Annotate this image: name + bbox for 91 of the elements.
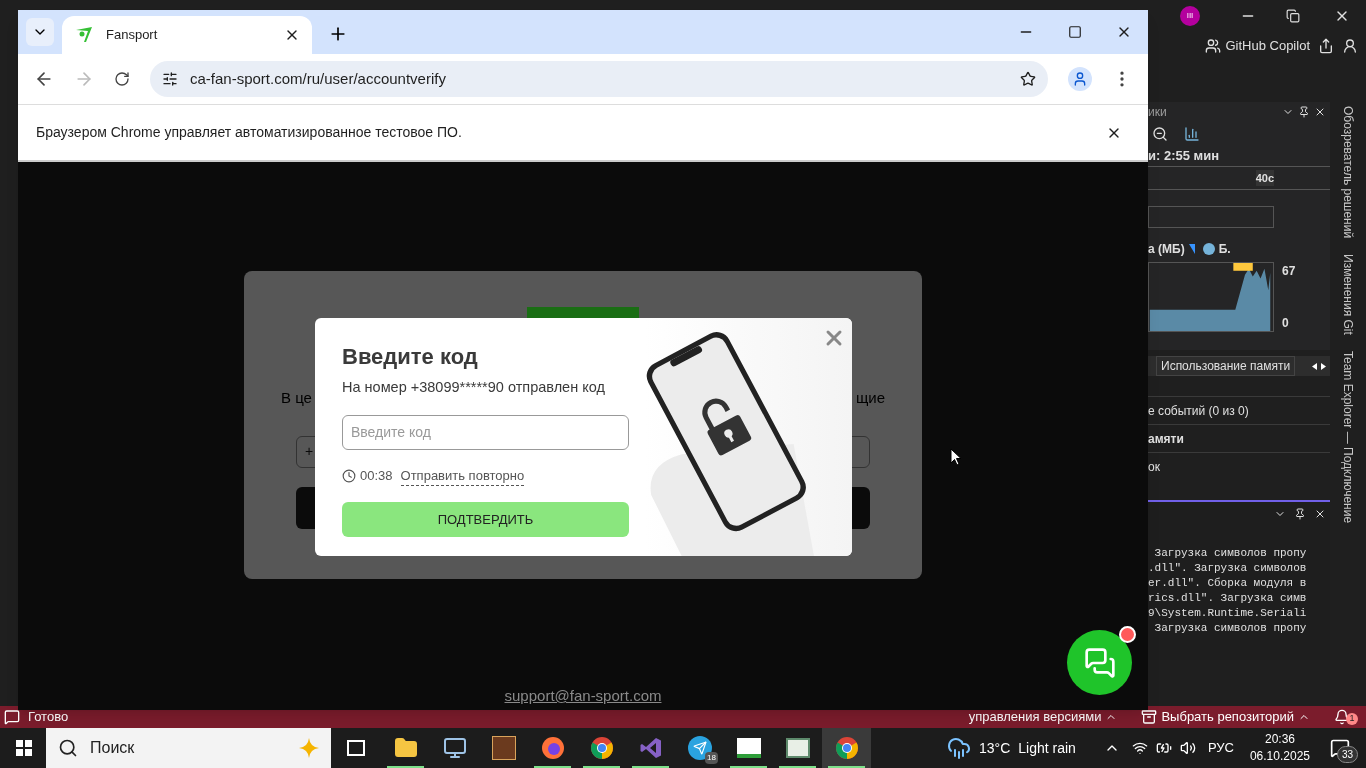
zoom-out-icon[interactable] (1152, 126, 1168, 142)
chart-help-icon[interactable] (1184, 126, 1200, 142)
output-line: Загрузка символов пропу (1153, 546, 1308, 561)
copilot-icon (1205, 38, 1222, 54)
chat-bubbles-icon (1083, 646, 1116, 679)
clock-icon (342, 469, 356, 483)
session-duration: и: 2:55 мин (1148, 147, 1221, 165)
scroll-arrows-icon[interactable] (1312, 362, 1326, 370)
close-icon[interactable] (1314, 508, 1326, 520)
notification-badge: 1 (1346, 713, 1358, 725)
battery-icon[interactable] (1155, 740, 1172, 756)
confirm-button[interactable]: ПОДТВЕРДИТЬ (342, 502, 629, 538)
running-indicator (534, 766, 571, 768)
chat-icon (4, 709, 20, 725)
running-indicator (632, 766, 669, 768)
source-control-button[interactable]: управления версиями (968, 707, 1118, 727)
monitor-icon (442, 736, 467, 760)
running-indicator (583, 766, 620, 768)
repository-icon (1141, 709, 1158, 725)
running-indicator (779, 766, 816, 768)
ribbon-icon (638, 736, 663, 760)
axis-min-label: 0 (1282, 315, 1290, 332)
copilot-button[interactable]: GitHub Copilot (1205, 36, 1310, 56)
output-line: Загрузка символов пропу (1153, 621, 1308, 636)
status-text: Готово (28, 708, 69, 727)
task-view-icon[interactable] (347, 740, 365, 756)
memory-usage-tab[interactable]: Использование памяти (1156, 356, 1296, 376)
browser-tab[interactable]: Fansport (62, 16, 312, 54)
dialog-title: Введите код (342, 343, 479, 371)
axis-max-label: 67 (1282, 263, 1296, 280)
bookmark-star-icon[interactable] (1020, 71, 1036, 87)
restore-icon[interactable] (1286, 9, 1300, 23)
countdown-timer: 00:38 (360, 467, 393, 486)
running-indicator (828, 766, 865, 768)
taskbar-app[interactable]: 18 (675, 728, 724, 768)
support-email-link[interactable]: support@fan-sport.com (504, 685, 662, 708)
taskbar-app[interactable] (822, 728, 871, 768)
running-indicator (387, 766, 424, 768)
close-icon[interactable] (1314, 106, 1326, 118)
sparkle-icon (299, 738, 319, 758)
pin-icon[interactable] (1294, 508, 1306, 520)
weather-temperature[interactable]: 13°C (979, 737, 1011, 759)
bell-icon[interactable] (1334, 709, 1350, 725)
output-line: rics.dll". Загрузка симв (1148, 591, 1308, 606)
share-icon[interactable] (1318, 38, 1334, 54)
output-line: .dll". Загрузка символов (1148, 561, 1308, 576)
notification-count: 33 (1336, 746, 1358, 763)
browser-icon (589, 736, 614, 760)
window-icon (785, 738, 810, 758)
network-icon[interactable] (1131, 740, 1148, 756)
app-logo-icon (736, 738, 761, 758)
resend-link[interactable]: Отправить повторно (400, 465, 525, 487)
folder-icon (393, 736, 418, 760)
tab-list-button[interactable] (26, 18, 54, 46)
panel-title: ики (1148, 104, 1167, 121)
clock[interactable]: 20:36 06.10.2025 (1249, 731, 1310, 765)
code-input-field[interactable]: Введите код (342, 414, 629, 450)
output-line: 9\System.Runtime.Seriali (1148, 606, 1308, 621)
reload-icon[interactable] (114, 71, 130, 87)
timeline-ruler: 40с (1148, 166, 1330, 190)
pin-icon[interactable] (1298, 106, 1310, 118)
legend-label: а (МБ) (1148, 241, 1185, 258)
dialog-subtitle: На номер +38099*****90 отправлен код (342, 378, 606, 397)
feedback-icon[interactable] (1342, 38, 1358, 54)
tab-title: Fansport (106, 26, 159, 45)
site-settings-icon (162, 71, 178, 87)
side-tab[interactable]: Обозреватель решений (1339, 106, 1357, 239)
weather-condition[interactable]: Light rain (1018, 737, 1076, 759)
search-box[interactable]: Поиск (46, 728, 331, 768)
intro-text-end: щие (855, 388, 885, 408)
output-line: er.dll". Сборка модуля в (1148, 576, 1308, 591)
side-tab[interactable]: Изменения Git (1339, 254, 1357, 335)
browser-icon (834, 736, 859, 760)
app-badge: 18 (705, 752, 718, 764)
search-icon (58, 738, 78, 758)
language-indicator[interactable]: РУС (1207, 738, 1234, 758)
windows-icon[interactable] (16, 740, 32, 756)
side-tab[interactable]: Team Explorer — Подключение (1339, 351, 1357, 524)
rain-cloud-icon[interactable] (947, 736, 971, 760)
running-indicator (730, 766, 767, 768)
intro-text-start: В це (281, 388, 312, 408)
account-avatar[interactable]: III (1180, 6, 1200, 26)
mouse-pointer-icon (950, 448, 962, 466)
address-bar[interactable]: ca-fan-sport.com/ru/user/accountverify (150, 61, 1048, 97)
repository-button[interactable]: Выбрать репозиторий (1141, 707, 1310, 727)
profile-icon[interactable] (1068, 67, 1092, 91)
infobar-text: Браузером Chrome управляет автоматизированное тестовое ПО. (36, 123, 463, 142)
url-text: ca-fan-sport.com/ru/user/accountverify (190, 68, 447, 89)
maximize-icon[interactable] (1068, 25, 1082, 39)
volume-icon[interactable] (1179, 740, 1196, 756)
legend-label: Б. (1218, 241, 1231, 258)
